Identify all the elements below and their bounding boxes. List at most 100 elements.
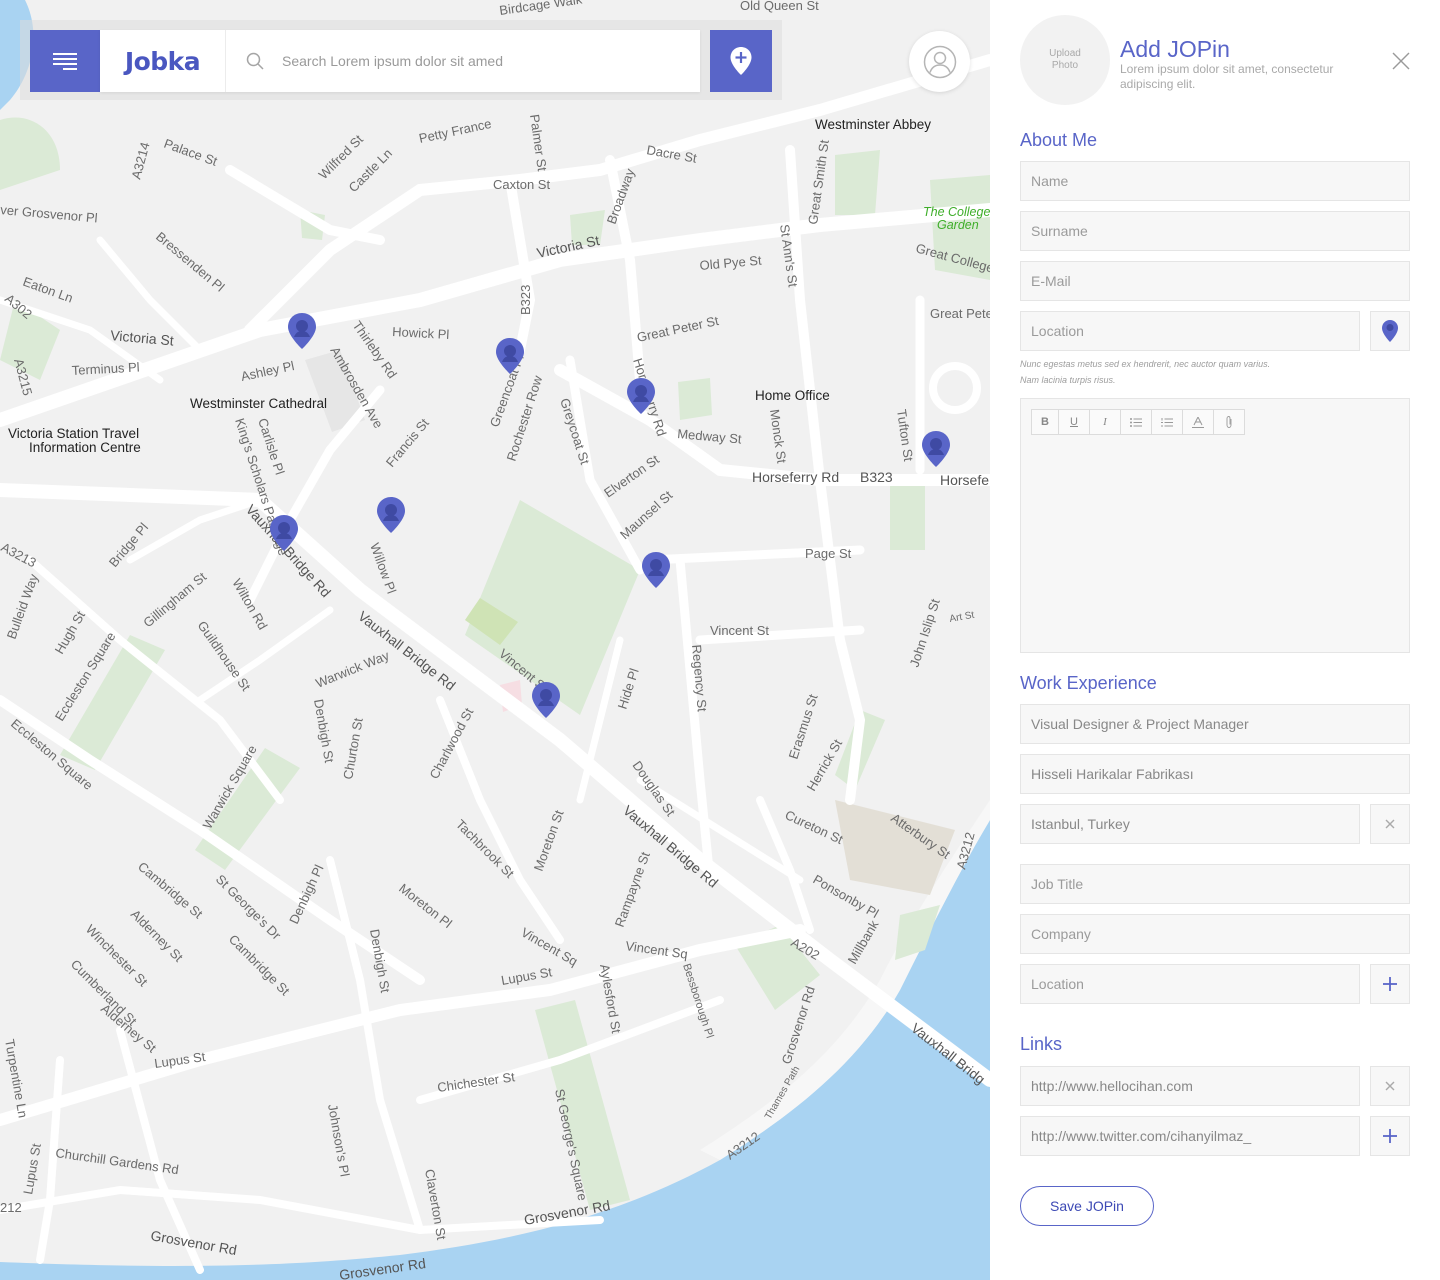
- park-label-garden: Garden: [937, 218, 979, 232]
- street-label: Monck St: [767, 408, 789, 464]
- add-pin-button[interactable]: [710, 30, 772, 92]
- street-label: Great Peter St: [636, 313, 721, 345]
- search-bar: Jobka: [100, 30, 700, 92]
- street-label: Lupus St: [20, 1142, 44, 1196]
- street-label: Cureton St: [783, 807, 846, 847]
- street-label: ver Grosvenor Pl: [0, 202, 98, 225]
- street-label: A3213: [0, 539, 39, 570]
- street-label: Churton St: [340, 716, 366, 780]
- street-label: Cambridge St: [135, 859, 206, 922]
- street-label: Johnson's Pl: [325, 1103, 353, 1178]
- job-title-field[interactable]: [1020, 704, 1410, 744]
- close-icon: [1385, 819, 1395, 829]
- app-logo-text: Jobka: [124, 46, 201, 76]
- surname-field[interactable]: [1020, 211, 1410, 251]
- location-field[interactable]: [1020, 311, 1360, 351]
- new-work-location-field[interactable]: [1020, 964, 1360, 1004]
- upload-photo-label: Upload Photo: [1049, 48, 1081, 71]
- street-label: Page St: [805, 546, 852, 561]
- street-label: Moreton Pl: [396, 881, 455, 932]
- hint-text-line1: Nunc egestas metus sed ex hendrerit, nec…: [1020, 359, 1271, 369]
- numbered-list-button[interactable]: [1151, 409, 1183, 435]
- email-field[interactable]: [1020, 261, 1410, 301]
- map-pin-plus-icon: [730, 47, 752, 75]
- bullet-list-button[interactable]: [1120, 409, 1152, 435]
- attachment-button[interactable]: [1213, 409, 1245, 435]
- street-label: Moreton St: [531, 808, 567, 873]
- map-marker-icon: [270, 515, 298, 551]
- map-marker-icon: [288, 313, 316, 349]
- close-icon[interactable]: [1391, 51, 1411, 71]
- street-label: Horsefe: [940, 472, 989, 488]
- street-label: Denbigh St: [311, 698, 337, 764]
- job-map-pin[interactable]: [269, 514, 299, 552]
- italic-button[interactable]: I: [1089, 409, 1121, 435]
- search-input[interactable]: [282, 53, 682, 69]
- street-label: Maunsel St: [617, 487, 676, 542]
- street-label: Bressenden Pl: [153, 229, 227, 295]
- street-label: Cambridge St: [226, 932, 293, 999]
- new-job-title-field[interactable]: [1020, 864, 1410, 904]
- pick-location-button[interactable]: [1370, 311, 1410, 351]
- job-map-pin[interactable]: [531, 681, 561, 719]
- hamburger-menu-icon: [53, 53, 77, 70]
- remove-link-button[interactable]: [1370, 1066, 1410, 1106]
- job-map-pin[interactable]: [495, 337, 525, 375]
- street-label: Chichester St: [436, 1069, 516, 1095]
- street-label: Wilton Rd: [229, 576, 270, 632]
- company-field[interactable]: [1020, 754, 1410, 794]
- remove-experience-button[interactable]: [1370, 804, 1410, 844]
- add-link-button[interactable]: [1370, 1116, 1410, 1156]
- section-title-work: Work Experience: [1020, 673, 1157, 693]
- street-label: Old Queen St: [740, 0, 819, 13]
- text-color-button[interactable]: [1182, 409, 1214, 435]
- app-logo[interactable]: Jobka: [100, 30, 226, 92]
- save-jopin-button[interactable]: Save JOPin: [1020, 1186, 1154, 1226]
- user-avatar-button[interactable]: [909, 31, 970, 92]
- map-marker-icon: [627, 378, 655, 414]
- street-label: Francis St: [383, 415, 432, 470]
- job-map-pin[interactable]: [376, 496, 406, 534]
- street-label: Caxton St: [493, 177, 550, 192]
- park-label-college: The College: [923, 205, 990, 219]
- search-icon[interactable]: [246, 52, 264, 70]
- street-label: B323: [518, 285, 533, 315]
- street-label: Bulleid Way: [4, 571, 42, 641]
- upload-photo-button[interactable]: Upload Photo: [1020, 15, 1110, 105]
- street-label: Hide Pl: [615, 666, 642, 711]
- name-field[interactable]: [1020, 161, 1410, 201]
- panel-subtitle: Lorem ipsum dolor sit amet, consectetur …: [1120, 62, 1334, 91]
- add-experience-button[interactable]: [1370, 964, 1410, 1004]
- street-label: Old Pye St: [699, 253, 763, 273]
- street-label: Horseferry Rd: [752, 469, 839, 485]
- job-map-pin[interactable]: [626, 377, 656, 415]
- street-label: Elverton St: [601, 451, 662, 500]
- attachment-icon: [1226, 416, 1232, 428]
- link-field[interactable]: [1020, 1066, 1360, 1106]
- bio-editor[interactable]: B U I: [1020, 398, 1410, 653]
- work-location-field[interactable]: [1020, 804, 1360, 844]
- menu-button[interactable]: [30, 30, 100, 92]
- editor-toolbar: B U I: [1031, 409, 1245, 435]
- street-label: Alderney St: [128, 907, 186, 965]
- section-title-links: Links: [1020, 1034, 1063, 1054]
- underline-button[interactable]: U: [1058, 409, 1090, 435]
- street-label: Eaton Ln: [21, 274, 75, 306]
- link-field[interactable]: [1020, 1116, 1360, 1156]
- map-marker-icon: [496, 338, 524, 374]
- job-map-pin[interactable]: [287, 312, 317, 350]
- panel-title: Add JOPin: [1120, 36, 1230, 62]
- section-title-about: About Me: [1020, 130, 1098, 150]
- job-map-pin[interactable]: [641, 551, 671, 589]
- add-jopin-panel: Upload Photo Add JOPin Lorem ipsum dolor…: [990, 0, 1440, 1280]
- street-label: Tufton St: [894, 408, 916, 462]
- bold-button[interactable]: B: [1031, 409, 1059, 435]
- map-canvas[interactable]: Birdcage Walk Old Queen St Petty France …: [0, 0, 990, 1280]
- text-color-icon: [1192, 416, 1204, 428]
- street-label: John Islip St: [907, 597, 943, 669]
- new-company-field[interactable]: [1020, 914, 1410, 954]
- bold-icon: B: [1041, 416, 1049, 428]
- map-view[interactable]: Birdcage Walk Old Queen St Petty France …: [0, 0, 990, 1280]
- map-pin-icon: [1382, 320, 1398, 342]
- job-map-pin[interactable]: [921, 430, 951, 468]
